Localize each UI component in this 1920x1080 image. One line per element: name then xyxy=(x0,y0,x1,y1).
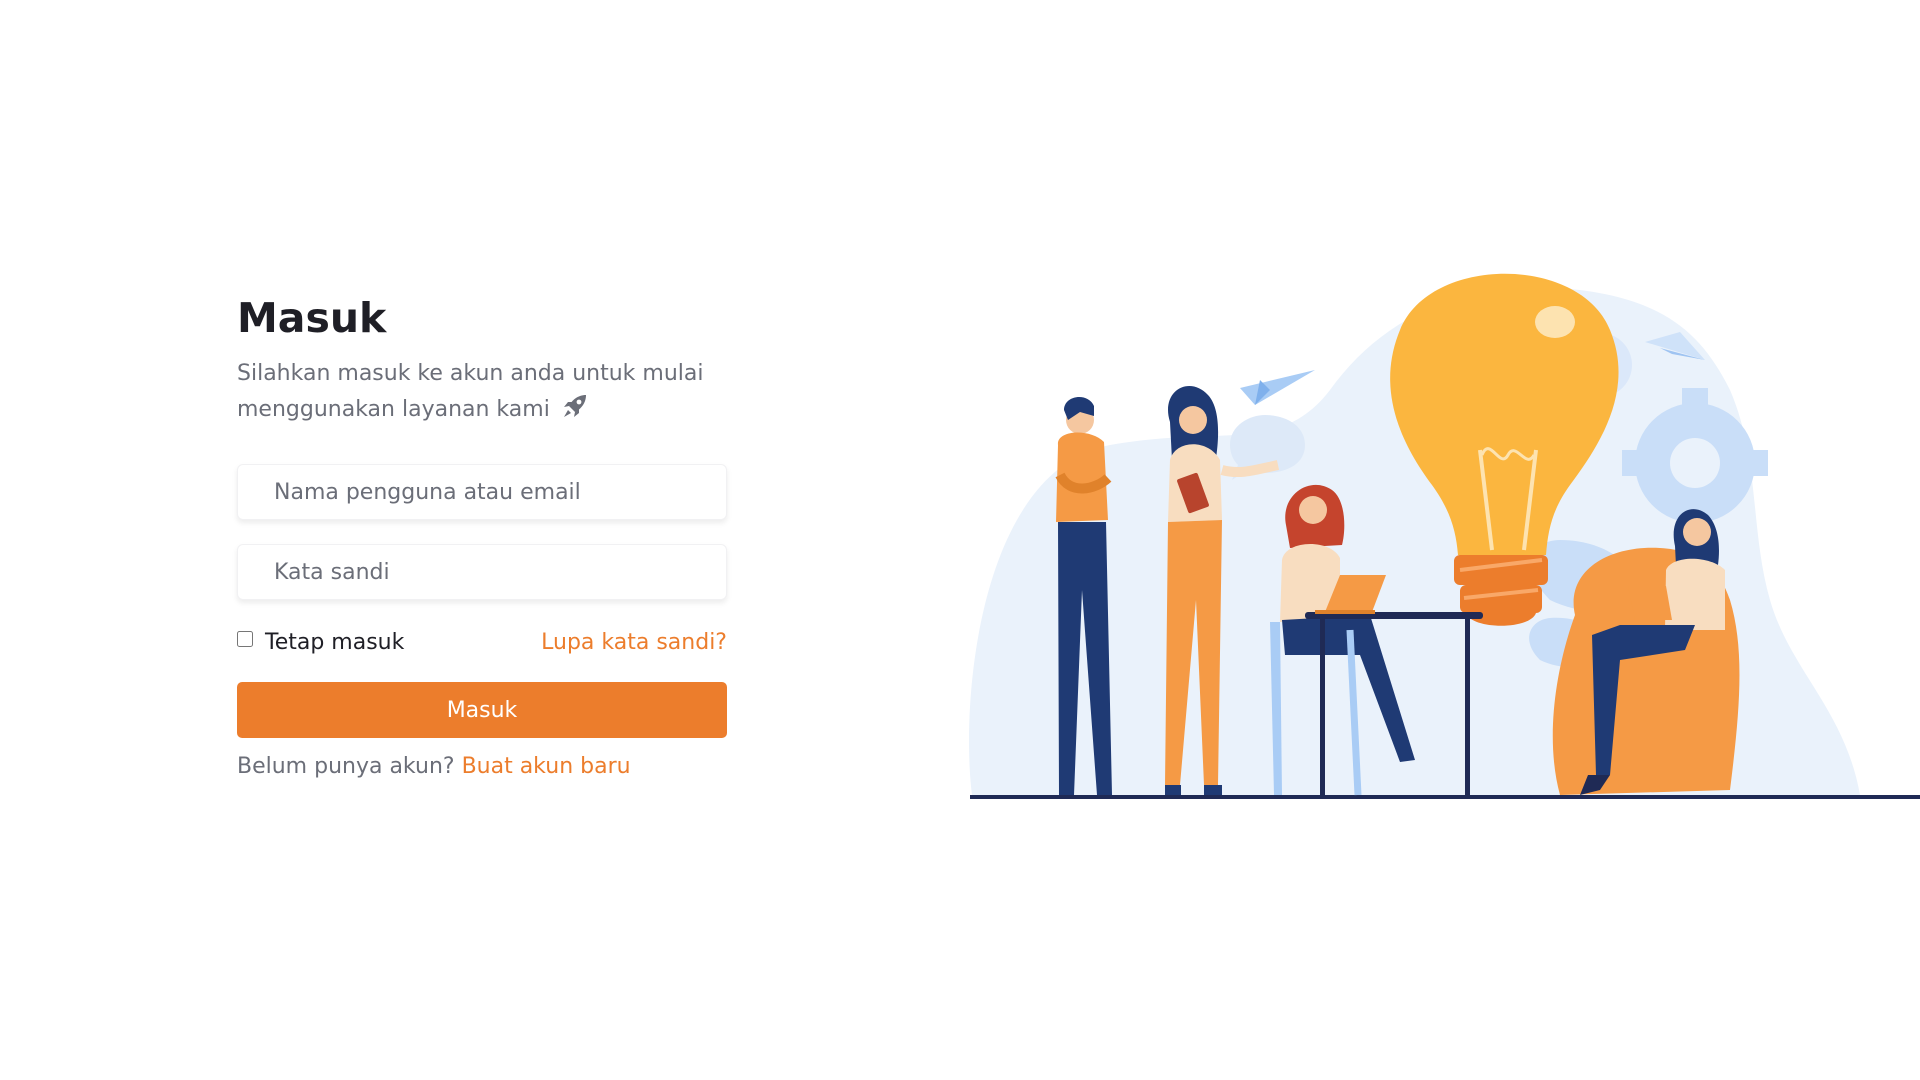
remember-me[interactable]: Tetap masuk xyxy=(237,630,404,655)
rocket-icon xyxy=(561,392,589,420)
paper-plane-icon xyxy=(1240,370,1315,405)
password-input[interactable] xyxy=(237,544,727,600)
signup-row: Belum punya akun? Buat akun baru xyxy=(237,754,727,779)
signup-prompt: Belum punya akun? xyxy=(237,754,455,779)
login-subtitle-text: Silahkan masuk ke akun anda untuk mulai … xyxy=(237,361,704,422)
username-input[interactable] xyxy=(237,464,727,520)
options-row: Tetap masuk Lupa kata sandi? xyxy=(237,626,727,658)
signup-link[interactable]: Buat akun baru xyxy=(462,754,631,779)
login-panel: Masuk Silahkan masuk ke akun anda untuk … xyxy=(237,290,727,779)
team-illustration xyxy=(960,270,1920,810)
remember-checkbox[interactable] xyxy=(237,631,253,647)
login-page: Masuk Silahkan masuk ke akun anda untuk … xyxy=(0,0,1920,1080)
login-button[interactable]: Masuk xyxy=(237,682,727,738)
forgot-password-link[interactable]: Lupa kata sandi? xyxy=(541,630,727,655)
ground-line xyxy=(970,795,1920,799)
remember-label: Tetap masuk xyxy=(265,629,405,655)
page-title: Masuk xyxy=(237,294,387,342)
login-subtitle: Silahkan masuk ke akun anda untuk mulai … xyxy=(237,356,717,428)
